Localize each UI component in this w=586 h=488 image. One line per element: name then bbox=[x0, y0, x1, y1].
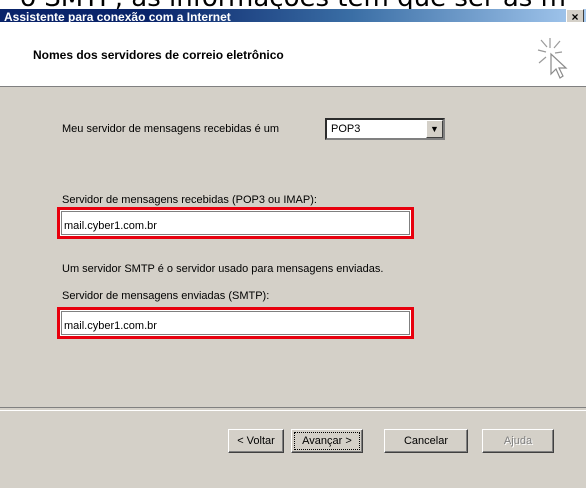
wizard-header: Nomes dos servidores de correio eletrôni… bbox=[0, 22, 586, 87]
wizard-window: Assistente para conexão com a Internet ×… bbox=[0, 0, 586, 488]
server-type-select[interactable]: POP3 ▼ bbox=[325, 118, 445, 140]
page-title: Nomes dos servidores de correio eletrôni… bbox=[33, 48, 284, 62]
dropdown-arrow-button[interactable]: ▼ bbox=[426, 120, 443, 138]
smtp-info-text: Um servidor SMTP é o servidor usado para… bbox=[62, 263, 384, 275]
outgoing-server-label: Servidor de mensagens enviadas (SMTP): bbox=[62, 290, 270, 302]
outgoing-highlight bbox=[57, 307, 414, 339]
incoming-server-input[interactable] bbox=[61, 211, 410, 235]
chevron-down-icon: ▼ bbox=[430, 124, 439, 134]
outgoing-server-input[interactable] bbox=[61, 311, 410, 335]
next-button[interactable]: Avançar > bbox=[291, 429, 363, 453]
server-type-value: POP3 bbox=[331, 123, 361, 135]
help-button[interactable]: Ajuda bbox=[482, 429, 554, 453]
back-button[interactable]: < Voltar bbox=[228, 429, 284, 453]
incoming-highlight bbox=[57, 207, 414, 239]
cancel-button[interactable]: Cancelar bbox=[384, 429, 468, 453]
server-type-label: Meu servidor de mensagens recebidas é um bbox=[62, 123, 280, 135]
wizard-body: Meu servidor de mensagens recebidas é um… bbox=[0, 87, 586, 488]
footer-divider bbox=[0, 407, 586, 411]
wizard-sparkle-cursor-icon bbox=[537, 38, 568, 79]
cropped-caption-text: o SMTP, as informações tem que ser as m bbox=[0, 0, 586, 9]
incoming-server-label: Servidor de mensagens recebidas (POP3 ou… bbox=[62, 194, 317, 206]
